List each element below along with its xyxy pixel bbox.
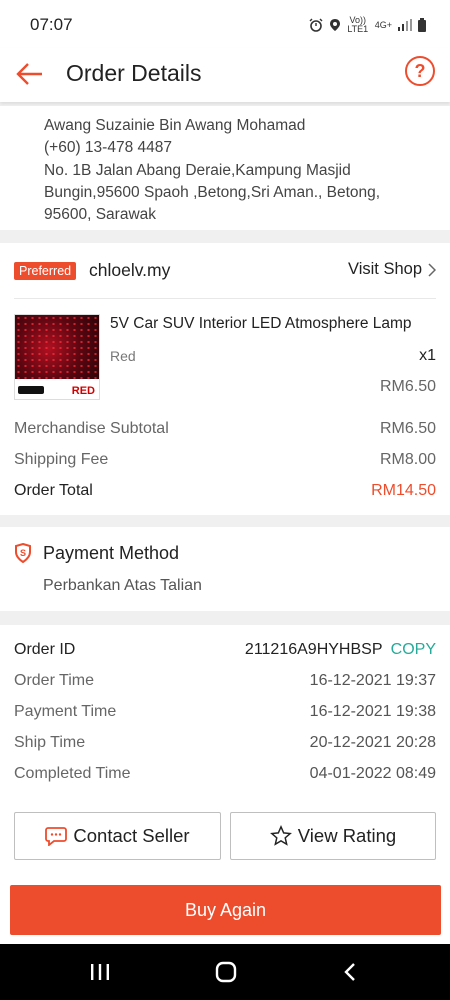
recipient-phone: (+60) 13-478 4487 <box>44 139 172 156</box>
battery-icon <box>418 18 426 32</box>
alarm-icon <box>309 18 323 32</box>
divider <box>14 298 436 299</box>
volte-icon: Vo)) LTE1 <box>347 15 369 34</box>
shop-name[interactable]: chloelv.my <box>89 260 170 281</box>
order-id-value-group: 211216A9HYHBSP COPY <box>245 641 436 659</box>
status-icons: Vo)) LTE1 4G+ <box>309 16 426 34</box>
order-id-row: Order ID 211216A9HYHBSP COPY <box>14 641 436 661</box>
order-time-value: 16-12-2021 19:37 <box>309 672 436 689</box>
visit-shop-link[interactable]: Visit Shop <box>348 260 436 279</box>
payment-time-row: Payment Time 16-12-2021 19:38 <box>14 703 436 723</box>
star-icon <box>269 825 292 846</box>
ship-time-value: 20-12-2021 20:28 <box>309 734 436 751</box>
completed-time-label: Completed Time <box>14 765 131 782</box>
order-total-label: Order Total <box>14 482 93 499</box>
product-variation: Red <box>110 348 136 364</box>
order-items-card: Preferred chloelv.my Visit Shop RED 5V C… <box>0 243 450 515</box>
chevron-right-icon <box>428 262 436 277</box>
chat-icon <box>45 827 68 846</box>
question-circle-icon[interactable]: ? <box>405 56 435 86</box>
address-line-3: 95600, Sarawak <box>44 206 157 223</box>
shipping-fee-row: Shipping Fee RM8.00 <box>14 451 436 471</box>
subtotal-value: RM6.50 <box>379 420 436 437</box>
order-info-card: Order ID 211216A9HYHBSP COPY Order Time … <box>0 625 450 800</box>
page-title: Order Details <box>66 60 202 86</box>
recent-apps-icon[interactable] <box>90 963 110 981</box>
order-time-row: Order Time 16-12-2021 19:37 <box>14 672 436 692</box>
visit-shop-label: Visit Shop <box>348 260 422 278</box>
svg-text:S: S <box>20 548 26 558</box>
payment-method-title: Payment Method <box>43 543 180 563</box>
buy-again-button[interactable]: Buy Again <box>10 885 441 935</box>
recipient-name: Awang Suzainie Bin Awang Mohamad <box>44 117 306 134</box>
back-nav-icon[interactable] <box>343 962 357 982</box>
location-icon <box>329 19 340 31</box>
shipping-fee-value: RM8.00 <box>379 451 436 468</box>
shipping-fee-label: Shipping Fee <box>14 451 109 468</box>
4g-icon: 4G+ <box>374 20 392 30</box>
address-line-2: Bungin,95600 Spaoh ,Betong,Sri Aman., Be… <box>44 184 381 201</box>
order-actions: Contact Seller View Rating <box>0 800 450 874</box>
ship-time-row: Ship Time 20-12-2021 20:28 <box>14 734 436 754</box>
bottom-action-bar: Buy Again <box>0 874 450 944</box>
system-navigation-bar <box>0 944 450 1000</box>
subtotal-label: Merchandise Subtotal <box>14 420 169 437</box>
shipping-address-card: Awang Suzainie Bin Awang Mohamad (+60) 1… <box>0 106 450 230</box>
preferred-badge: Preferred <box>14 262 77 280</box>
order-id-value: 211216A9HYHBSP <box>244 641 383 658</box>
completed-time-value: 04-01-2022 08:49 <box>309 765 436 782</box>
order-id-label: Order ID <box>14 641 76 658</box>
signal-icon <box>398 19 412 31</box>
copy-button[interactable]: COPY <box>391 641 436 658</box>
contact-seller-button[interactable]: Contact Seller <box>14 812 221 860</box>
view-rating-label: View Rating <box>297 825 397 846</box>
order-time-label: Order Time <box>14 672 95 689</box>
view-rating-button[interactable]: View Rating <box>230 812 436 860</box>
payment-time-label: Payment Time <box>14 703 117 720</box>
product-price: RM6.50 <box>379 378 436 395</box>
order-total-row: Order Total RM14.50 <box>14 482 436 502</box>
order-total-value: RM14.50 <box>371 482 436 499</box>
home-icon[interactable] <box>215 961 237 983</box>
address-line-1: No. 1B Jalan Abang Deraie,Kampung Masjid <box>44 162 351 179</box>
payment-time-value: 16-12-2021 19:38 <box>309 703 436 720</box>
shield-icon: S <box>15 543 31 563</box>
ship-time-label: Ship Time <box>14 734 86 751</box>
contact-seller-label: Contact Seller <box>73 825 190 846</box>
payment-method-value: Perbankan Atas Talian <box>43 577 202 594</box>
thumbnail-label: RED <box>71 385 95 397</box>
arrow-left-icon[interactable] <box>14 58 46 90</box>
product-name[interactable]: 5V Car SUV Interior LED Atmosphere Lamp <box>110 315 434 333</box>
status-bar: 07:07 Vo)) LTE1 4G+ <box>0 0 450 48</box>
product-quantity: x1 <box>419 347 436 364</box>
payment-method-card: S Payment Method Perbankan Atas Talian <box>0 527 450 611</box>
subtotal-row: Merchandise Subtotal RM6.50 <box>14 420 436 440</box>
product-thumbnail[interactable]: RED <box>14 314 100 400</box>
header: Order Details ? <box>0 48 450 102</box>
completed-time-row: Completed Time 04-01-2022 08:49 <box>14 765 436 785</box>
status-time: 07:07 <box>30 15 73 34</box>
